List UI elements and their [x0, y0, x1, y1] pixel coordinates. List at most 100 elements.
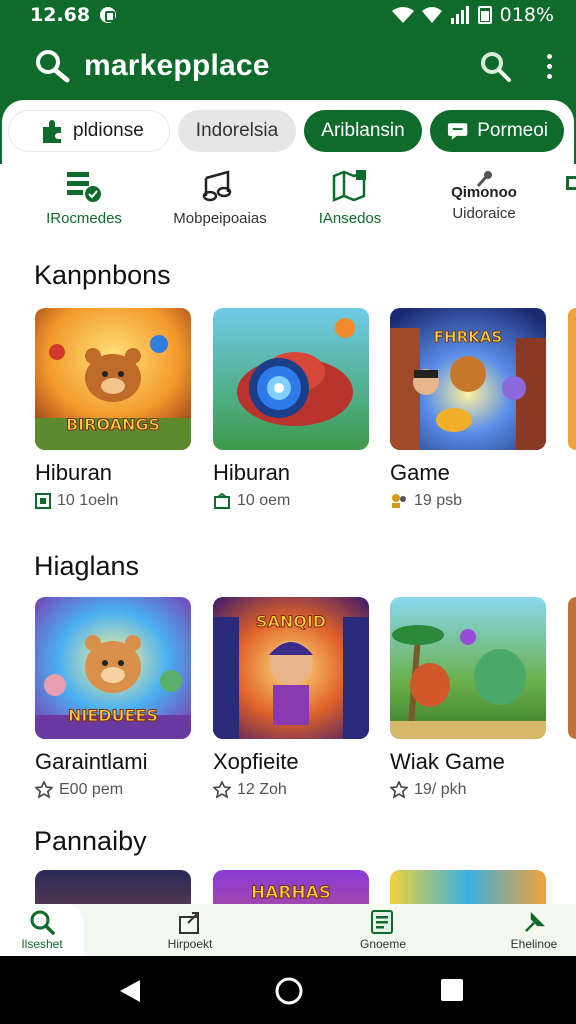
search-button-icon[interactable] [477, 48, 513, 84]
star-outline-icon [213, 781, 231, 799]
app-meta-text: E00 pem [59, 781, 124, 798]
app-title: markepplace [84, 49, 270, 82]
people-icon [392, 494, 406, 508]
app-card[interactable]: Hiburan 10 oem [213, 308, 369, 510]
search-icon[interactable] [32, 46, 72, 86]
music-icon [202, 170, 232, 202]
app-card[interactable]: SANQID Xopfieite 12 Zoh [213, 597, 369, 799]
list-icon [67, 172, 101, 202]
more-vert-icon[interactable] [547, 53, 552, 79]
nav-item-share[interactable]: Hirpoekt [140, 904, 240, 956]
category-games[interactable]: Qimonoo Uidoraice [424, 168, 544, 222]
section-title: Kanpnbons [34, 260, 171, 290]
category-row: IRocmedes Mobpeipoaias IAnsedos Qimonoo … [0, 168, 576, 238]
app-row: BIROANGS Hiburan 10 1oeln Hiburan 10 oem… [0, 308, 576, 510]
app-card[interactable]: FHRKAS Game 19 psb [390, 308, 546, 510]
app-meta-text: 19/ pkh [414, 781, 467, 798]
filter-chips: pldionse Indorelsia Ariblansin Pormeoi [4, 108, 572, 154]
chip-brand[interactable]: pldionse [8, 110, 170, 152]
app-row: NIEDUEES Garaintlami E00 pem SANQID Xopf… [0, 597, 576, 799]
chip-chat[interactable]: Pormeoi [430, 110, 564, 152]
app-meta: 19 psb [390, 492, 546, 510]
chip-label: Pormeoi [477, 120, 548, 141]
joystick-icon [476, 171, 492, 187]
app-meta: 12 Zoh [213, 781, 369, 799]
nav-label: Gnoeme [359, 937, 407, 951]
home-icon[interactable] [274, 976, 304, 1006]
app-thumbnail [390, 870, 546, 904]
signal-icon [450, 6, 469, 24]
app-card[interactable]: NIEDUEES Garaintlami E00 pem [35, 597, 191, 799]
nav-item-pin[interactable]: Ehelinoe [484, 904, 576, 956]
app-art-text: SANQID [256, 612, 326, 631]
list-icon [371, 910, 393, 934]
recents-icon[interactable] [440, 978, 464, 1002]
nav-label: Hirpoekt [167, 937, 213, 951]
app-art-text: FHRKAS [434, 328, 502, 346]
app-card-peek [568, 308, 576, 450]
category-music[interactable]: Mobpeipoaias [160, 168, 280, 227]
chip-label: Ariblansin [321, 120, 405, 141]
battery-percent: 018% [499, 4, 554, 26]
nav-item-list[interactable]: Gnoeme [333, 904, 433, 956]
star-outline-icon [214, 493, 230, 509]
app-name: Garaintlami [35, 749, 148, 774]
chip-filter[interactable]: Ariblansin [304, 110, 422, 152]
app-meta-text: 19 psb [414, 492, 463, 509]
status-time: 12.68 [30, 4, 91, 26]
app-bar: markepplace [0, 30, 576, 102]
app-thumbnail [35, 870, 191, 904]
pin-icon [525, 911, 546, 932]
chip-region[interactable]: Indorelsia [178, 110, 296, 152]
app-thumbnail: NIEDUEES [35, 597, 191, 739]
app-card-peek [568, 597, 576, 739]
nav-label: Ehelinoe [510, 937, 558, 951]
app-art-text: BIROANGS [66, 415, 160, 434]
app-thumbnail: BIROANGS [35, 308, 191, 450]
star-outline-icon [35, 781, 53, 799]
system-nav-bar [0, 956, 576, 1024]
app-thumbnail: HARHAS [213, 870, 369, 904]
app-card[interactable]: BIROANGS Hiburan 10 1oeln [35, 308, 191, 510]
app-meta: 19/ pkh [390, 781, 546, 799]
app-card[interactable]: Wiak Game 19/ pkh [390, 597, 546, 799]
bottom-nav: Ilseshet Hirpoekt Gnoeme Ehelinoe [0, 904, 576, 956]
app-card[interactable]: HARHAS [213, 870, 369, 904]
search-icon [30, 910, 55, 935]
notification-icon [100, 7, 117, 23]
category-recommended[interactable]: IRocmedes [24, 168, 144, 227]
app-name: Xopfieite [213, 749, 299, 774]
chip-label: Indorelsia [195, 120, 279, 141]
nav-item-search[interactable]: Ilseshet [0, 904, 84, 956]
section-title: Hiaglans [34, 551, 140, 581]
app-card[interactable] [390, 870, 546, 904]
status-bar: 12.68 018% [0, 0, 576, 30]
wifi-full-icon [421, 7, 442, 23]
app-row: HARHAS [0, 870, 576, 904]
app-thumbnail [213, 308, 369, 450]
app-meta-text: 10 1oeln [57, 492, 119, 509]
map-icon [332, 170, 366, 202]
back-icon[interactable] [118, 978, 142, 1004]
chat-icon [447, 123, 468, 140]
app-name: Hiburan [35, 460, 113, 485]
category-label: Mobpeipoaias [173, 210, 267, 227]
category-label: IAnsedos [318, 210, 382, 227]
app-meta: E00 pem [35, 781, 191, 799]
app-thumbnail: SANQID [213, 597, 369, 739]
share-icon [179, 912, 199, 934]
star-outline-icon [390, 781, 408, 799]
puzzle-icon [43, 120, 61, 143]
app-thumbnail: FHRKAS [390, 308, 546, 450]
app-art-text: HARHAS [251, 883, 331, 903]
battery-icon [477, 6, 492, 24]
nav-label: Ilseshet [21, 937, 63, 951]
app-meta: 10 oem [213, 492, 369, 510]
download-icon [35, 493, 51, 509]
status-icons: 018% [391, 4, 554, 26]
app-name: Wiak Game [390, 749, 505, 774]
app-card[interactable] [35, 870, 191, 904]
section-title: Pannaiby [34, 826, 147, 856]
wifi-icon [391, 7, 414, 23]
category-maps[interactable]: IAnsedos [290, 168, 410, 227]
